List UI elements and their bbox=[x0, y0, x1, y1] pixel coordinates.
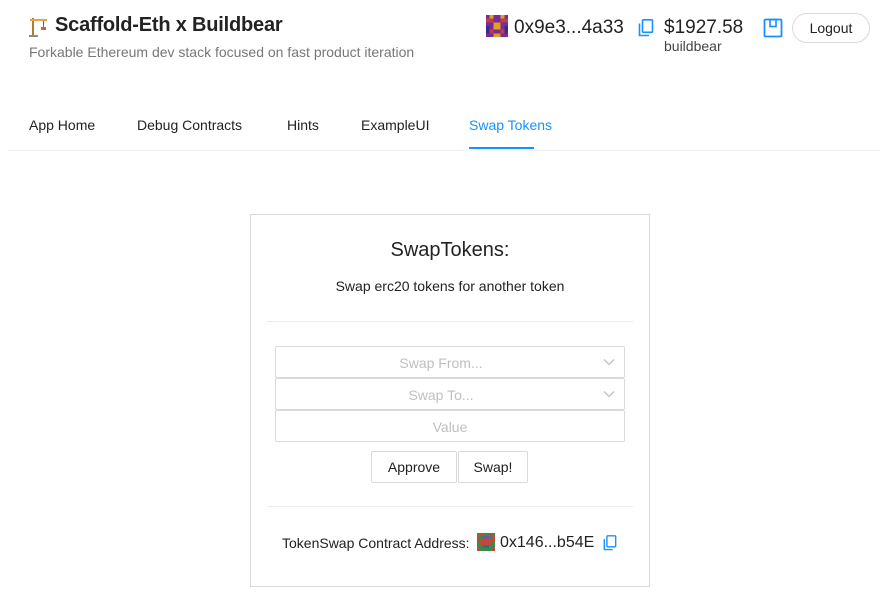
copy-icon[interactable] bbox=[638, 19, 654, 37]
account-balance[interactable]: $1927.58 bbox=[664, 17, 743, 39]
swap-button[interactable]: Swap! bbox=[458, 451, 528, 483]
contract-address-label: TokenSwap Contract Address: bbox=[282, 535, 470, 551]
value-placeholder: Value bbox=[432, 419, 468, 435]
chevron-down-icon bbox=[603, 359, 615, 366]
construction-crane-icon bbox=[29, 18, 47, 37]
tab-hints[interactable]: Hints bbox=[287, 117, 319, 133]
tab-app-home[interactable]: App Home bbox=[29, 117, 95, 133]
swap-from-placeholder: Swap From... bbox=[399, 355, 483, 371]
chevron-down-icon bbox=[603, 391, 615, 398]
swap-description: Swap erc20 tokens for another token bbox=[335, 278, 565, 294]
tab-swap-tokens[interactable]: Swap Tokens bbox=[469, 117, 552, 133]
value-input[interactable]: Value bbox=[275, 410, 625, 442]
app-title: Scaffold-Eth x Buildbear bbox=[55, 14, 283, 36]
divider bbox=[267, 321, 633, 322]
contract-address: 0x146...b54E bbox=[500, 534, 595, 551]
swap-to-select[interactable]: Swap To... bbox=[275, 378, 625, 410]
app-header: Scaffold-Eth x Buildbear Forkable Ethere… bbox=[0, 0, 880, 100]
swap-from-select[interactable]: Swap From... bbox=[275, 346, 625, 378]
account-address: 0x9e3...4a33 bbox=[514, 17, 624, 38]
swap-to-placeholder: Swap To... bbox=[408, 387, 474, 403]
approve-button[interactable]: Approve bbox=[371, 451, 457, 483]
wallet-icon[interactable] bbox=[763, 18, 783, 38]
account-avatar[interactable] bbox=[486, 15, 508, 37]
tab-exampleui[interactable]: ExampleUI bbox=[361, 117, 429, 133]
main-nav: App Home Debug Contracts Hints ExampleUI… bbox=[8, 100, 880, 151]
copy-icon[interactable] bbox=[603, 535, 617, 551]
active-tab-indicator bbox=[469, 147, 534, 149]
logout-button[interactable]: Logout bbox=[792, 13, 870, 43]
divider bbox=[267, 506, 633, 507]
contract-avatar[interactable] bbox=[477, 533, 495, 551]
swap-card: SwapTokens: Swap erc20 tokens for anothe… bbox=[250, 214, 650, 587]
app-subtitle: Forkable Ethereum dev stack focused on f… bbox=[29, 44, 415, 60]
network-label: buildbear bbox=[664, 38, 722, 54]
swap-title: SwapTokens: bbox=[390, 239, 510, 261]
tab-debug-contracts[interactable]: Debug Contracts bbox=[137, 117, 242, 133]
